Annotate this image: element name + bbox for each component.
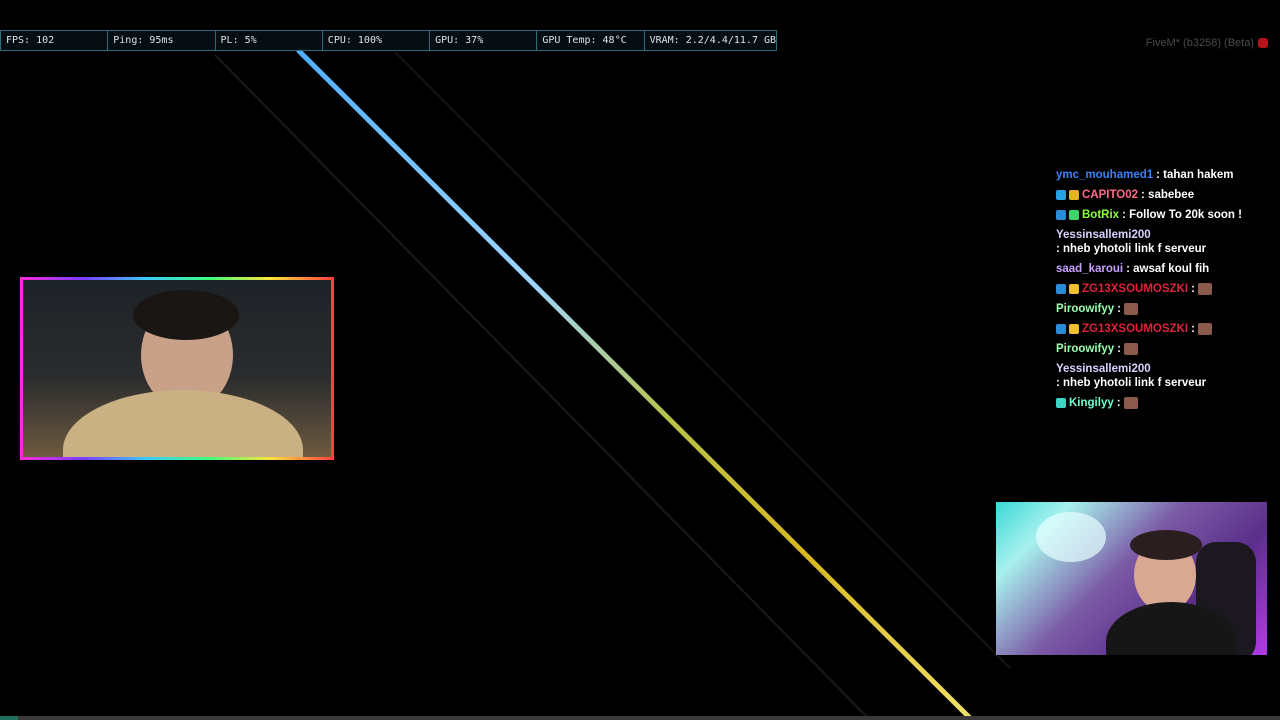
chat-message: saad_karoui: awsaf koul fih: [1056, 262, 1266, 276]
chat-username: Piroowifyy: [1056, 303, 1115, 315]
chat-text: :: [1117, 303, 1121, 315]
person-hair: [1130, 530, 1202, 560]
build-label-text: FiveM* (b3258) (Beta): [1145, 37, 1254, 49]
streak-main: [296, 48, 974, 720]
bottom-progress-bar: [0, 716, 1280, 720]
chat-text: : awsaf koul fih: [1126, 263, 1210, 275]
chat-username: saad_karoui: [1056, 263, 1124, 275]
gpu-readout: GPU: 37%: [430, 31, 538, 50]
performance-overlay: FPS: 102 Ping: 95ms PL: 5% CPU: 100% GPU…: [0, 30, 777, 51]
chat-username: Piroowifyy: [1056, 343, 1115, 355]
streak-thin-right: [394, 51, 1011, 669]
emote-icon: [1123, 397, 1138, 409]
ping-readout: Ping: 95ms: [108, 31, 216, 50]
chat-badge-icon: [1069, 210, 1079, 220]
chat-message: Yessinsallemi200 : nheb yhotoli link f se…: [1056, 362, 1266, 390]
chat-username: ZG13XSOUMOSZKI: [1082, 283, 1189, 295]
chat-badge-icon: [1056, 398, 1066, 408]
neon-light: [1036, 512, 1106, 562]
chat-text: : sabebee: [1141, 189, 1195, 201]
chat-badge-icon: [1056, 324, 1066, 334]
chat-text: : nheb yhotoli link f serveur: [1056, 243, 1207, 255]
chat-text: : Follow To 20k soon !: [1122, 209, 1242, 221]
chat-message: Kingilyy:: [1056, 396, 1266, 410]
fivem-logo-icon: [1258, 38, 1268, 48]
vram-readout: VRAM: 2.2/4.4/11.7 GB: [649, 35, 777, 46]
chat-text: :: [1191, 283, 1195, 295]
gpu-temp-readout: GPU Temp: 48°C: [537, 31, 645, 50]
chat-message: Piroowifyy:: [1056, 302, 1266, 316]
chat-username: ZG13XSOUMOSZKI: [1082, 323, 1189, 335]
fps-readout: FPS: 102: [1, 31, 109, 50]
chat-username: CAPITO02: [1082, 189, 1139, 201]
chat-message: ZG13XSOUMOSZKI:: [1056, 282, 1266, 296]
emote-icon: [1197, 323, 1212, 335]
chat-message: ZG13XSOUMOSZKI:: [1056, 322, 1266, 336]
chat-username: ymc_mouhamed1: [1056, 169, 1154, 181]
chat-message: Yessinsallemi200 : nheb yhotoli link f se…: [1056, 228, 1266, 256]
chat-badge-icon: [1056, 210, 1066, 220]
chat-text: :: [1191, 323, 1195, 335]
chat-username: Yessinsallemi200: [1056, 229, 1151, 241]
person-hoodie: [63, 390, 303, 457]
emote-icon: [1124, 303, 1138, 315]
chat-message: BotRix: Follow To 20k soon !: [1056, 208, 1266, 222]
packet-loss-readout: PL: 5%: [216, 31, 323, 50]
cpu-readout: CPU: 100%: [323, 31, 431, 50]
chat-badge-icon: [1056, 190, 1066, 200]
chat-message: Piroowifyy:: [1056, 342, 1266, 356]
chat-badge-icon: [1069, 284, 1079, 294]
chat-message: CAPITO02: sabebee: [1056, 188, 1266, 202]
webcam-left-feed: [23, 280, 331, 457]
emote-icon: [1197, 283, 1212, 295]
chat-text: :: [1117, 343, 1121, 355]
chat-text: : tahan hakem: [1156, 169, 1234, 181]
person-hair: [133, 290, 239, 340]
chat-message: ymc_mouhamed1: tahan hakem: [1056, 168, 1266, 182]
chat-username: Yessinsallemi200: [1056, 363, 1151, 375]
chat-text: : nheb yhotoli link f serveur: [1056, 377, 1207, 389]
webcam-right: [996, 502, 1267, 655]
build-label: FiveM* (b3258) (Beta): [1146, 37, 1268, 49]
chat-badge-icon: [1069, 190, 1079, 200]
webcam-left: [20, 277, 334, 460]
chat-badge-icon: [1056, 284, 1066, 294]
emote-icon: [1124, 343, 1138, 355]
chat-overlay: ymc_mouhamed1: tahan hakem CAPITO02: sabe…: [1056, 168, 1266, 416]
chat-username: BotRix: [1082, 209, 1120, 221]
chat-text: :: [1116, 397, 1121, 409]
chat-badge-icon: [1069, 324, 1079, 334]
chat-username: Kingilyy: [1069, 397, 1114, 409]
